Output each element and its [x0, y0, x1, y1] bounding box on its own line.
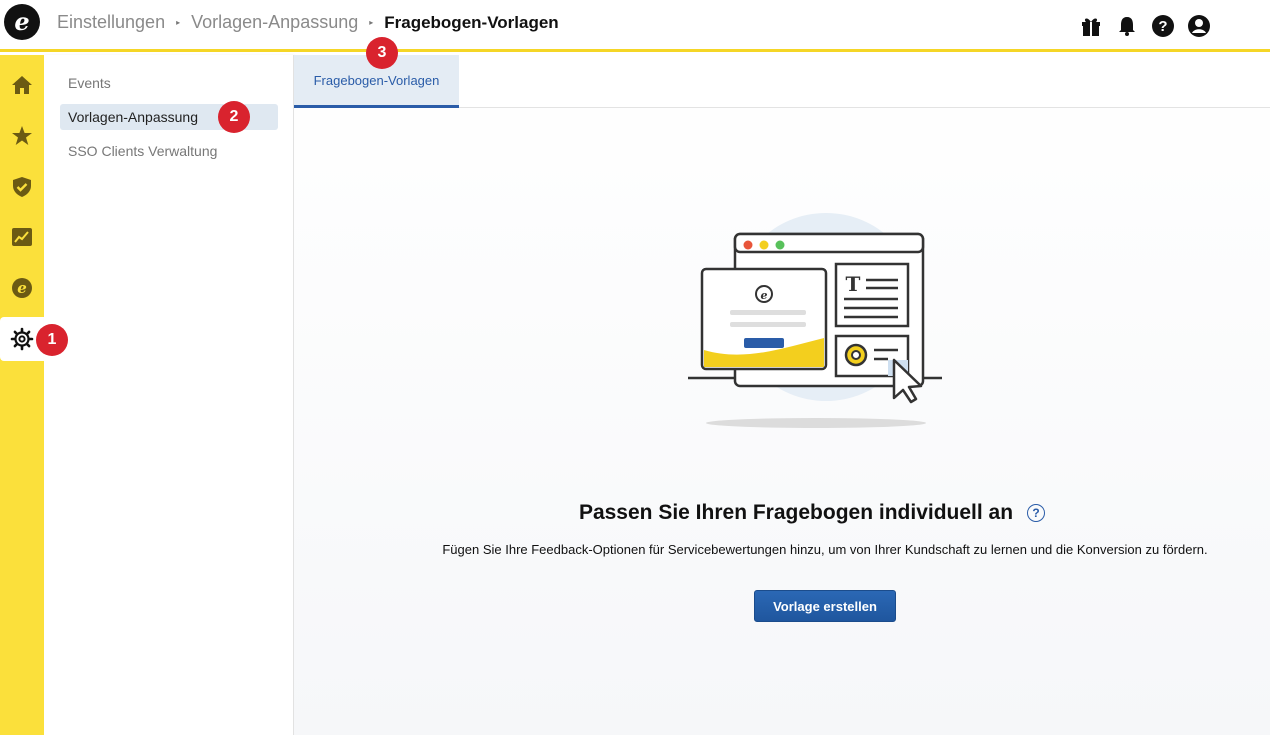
- breadcrumb-separator: ▸: [176, 18, 181, 27]
- brand-logo[interactable]: e: [4, 4, 40, 40]
- tab-bar: Fragebogen-Vorlagen: [294, 55, 1270, 108]
- chart-icon: [12, 228, 32, 246]
- rail-analytics[interactable]: [0, 215, 44, 259]
- breadcrumb-current: Fragebogen-Vorlagen: [384, 12, 559, 32]
- create-template-button[interactable]: Vorlage erstellen: [754, 590, 896, 622]
- sidebar-item-sso-clients[interactable]: SSO Clients Verwaltung: [60, 138, 278, 164]
- breadcrumb-einstellungen[interactable]: Einstellungen: [57, 12, 165, 33]
- step-badge-3: 3: [366, 37, 398, 69]
- breadcrumb: Einstellungen ▸ Vorlagen-Anpassung ▸ Fra…: [57, 12, 559, 33]
- shield-icon: [13, 177, 31, 197]
- page-subtitle: Fügen Sie Ihre Feedback-Optionen für Ser…: [442, 542, 1208, 557]
- page-title: Passen Sie Ihren Fragebogen individuell …: [578, 501, 1014, 524]
- header-actions: ?: [1079, 14, 1211, 38]
- main-content: Fragebogen-Vorlagen T e Passen Sie Ihren…: [294, 55, 1270, 735]
- top-bar: e Einstellungen ▸ Vorlagen-Anpassung ▸ F…: [0, 0, 1270, 52]
- step-badge-1: 1: [36, 324, 68, 356]
- home-icon: [12, 76, 32, 94]
- rail-home[interactable]: [0, 63, 44, 107]
- e-logo-icon: e: [12, 278, 32, 298]
- rail-trust[interactable]: [0, 165, 44, 209]
- gift-icon[interactable]: [1079, 14, 1103, 38]
- settings-sidebar: Events Vorlagen-Anpassung SSO Clients Ve…: [44, 55, 294, 735]
- sidebar-item-events[interactable]: Events: [60, 70, 278, 96]
- svg-text:?: ?: [1158, 18, 1167, 35]
- account-icon[interactable]: [1187, 14, 1211, 38]
- svg-text:e: e: [17, 279, 27, 297]
- svg-text:e: e: [761, 289, 768, 302]
- help-icon[interactable]: ?: [1027, 504, 1046, 522]
- nav-rail: e: [0, 55, 44, 735]
- help-icon[interactable]: ?: [1151, 14, 1175, 38]
- star-icon: [12, 126, 32, 145]
- logo-letter: e: [14, 7, 30, 36]
- breadcrumb-separator: ▸: [369, 18, 374, 27]
- breadcrumb-vorlagen-anpassung[interactable]: Vorlagen-Anpassung: [191, 12, 358, 33]
- bell-icon[interactable]: [1115, 14, 1139, 38]
- rail-favorites[interactable]: [0, 114, 44, 158]
- template-illustration: T e: [688, 213, 942, 428]
- rail-trustedshops[interactable]: e: [0, 266, 44, 310]
- gear-icon: [10, 327, 34, 351]
- step-badge-2: 2: [218, 101, 250, 133]
- svg-text:T: T: [846, 272, 861, 296]
- headline: Passen Sie Ihren Fragebogen individuell …: [294, 501, 1270, 525]
